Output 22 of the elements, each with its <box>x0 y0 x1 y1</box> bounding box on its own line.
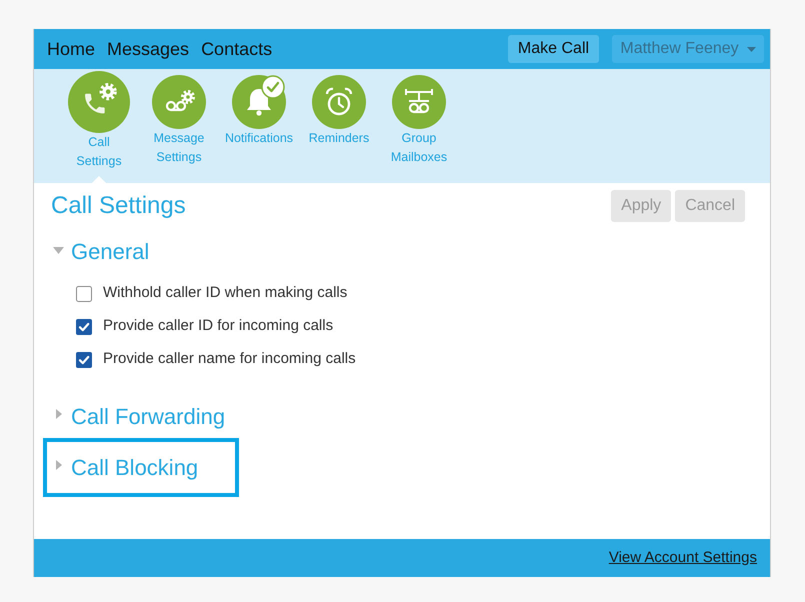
caret-down-icon <box>746 46 756 52</box>
account-settings-link[interactable]: View Account Settings <box>608 546 757 570</box>
section-header[interactable]: General <box>47 226 235 277</box>
page-title: Call Settings <box>51 194 186 218</box>
nav-link[interactable]: Messages <box>107 40 190 58</box>
settings-tab[interactable]: Notifications <box>219 69 299 183</box>
nav-link[interactable]: Contacts <box>201 40 272 58</box>
checkbox[interactable] <box>76 352 92 368</box>
checkbox-label: Provide caller name for incoming calls <box>103 349 356 370</box>
checkbox[interactable] <box>76 286 92 302</box>
user-menu-button[interactable]: Matthew Feeney <box>612 35 764 63</box>
settings-tab[interactable]: Call Settings <box>59 69 139 183</box>
make-call-button[interactable]: Make Call <box>508 35 599 63</box>
nav-link[interactable]: Home <box>47 40 96 58</box>
settings-tab[interactable]: Group Mailboxes <box>379 69 459 183</box>
checkbox[interactable] <box>76 318 92 334</box>
pointer-triangle-icon <box>92 176 106 183</box>
checkbox-label: Provide caller ID for incoming calls <box>103 316 334 336</box>
settings-tab[interactable]: Message Settings <box>139 69 219 183</box>
settings-tab[interactable]: Reminders <box>299 69 379 183</box>
checkbox-label: Withhold caller ID when making calls <box>103 283 348 304</box>
section-header[interactable]: Call Blocking <box>43 438 239 497</box>
